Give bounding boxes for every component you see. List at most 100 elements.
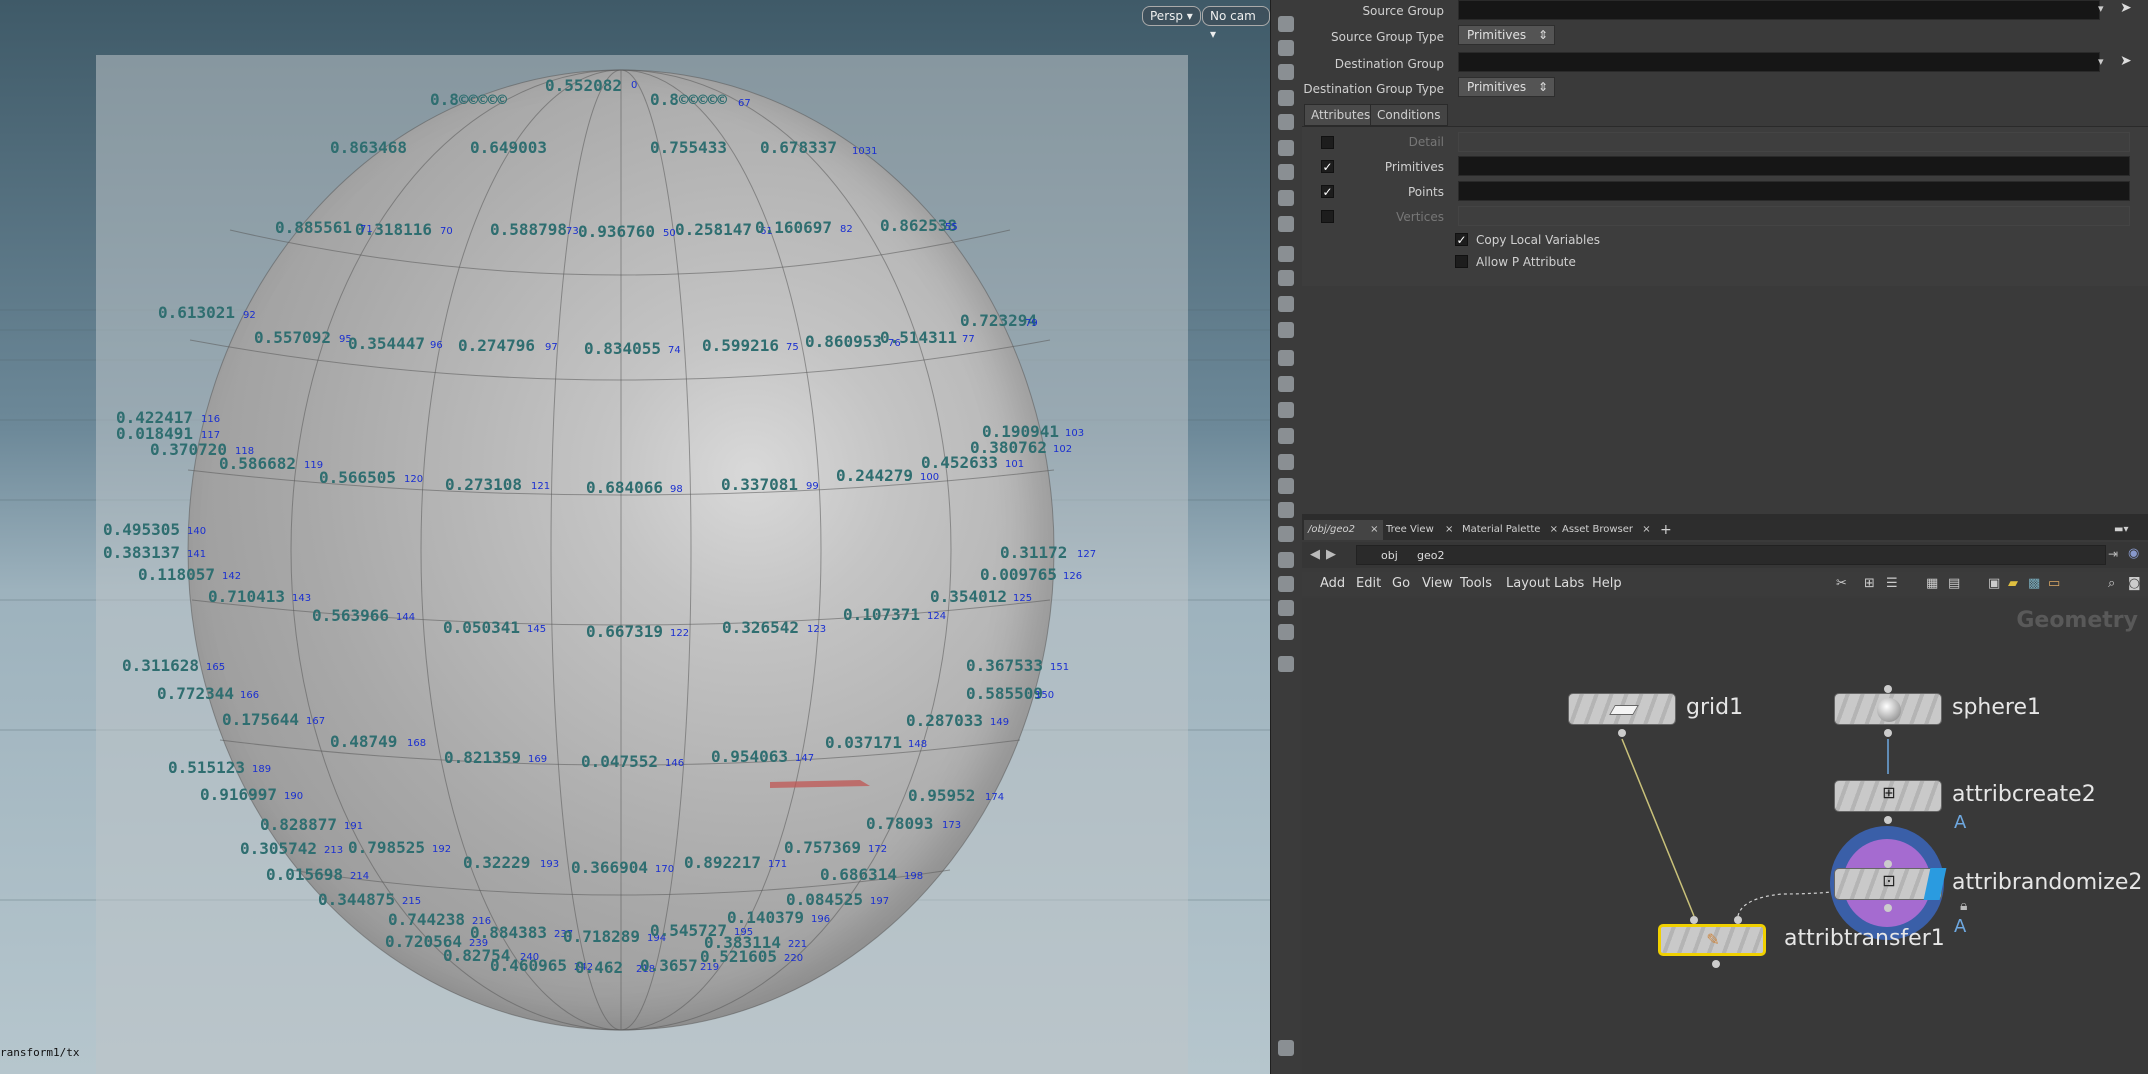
tree-icon[interactable]: ⊞ [1864,576,1875,591]
sphere1-output-connector[interactable] [1884,729,1892,737]
camera-menu[interactable]: No cam ▾ [1202,6,1270,41]
render-icon[interactable] [1278,216,1294,232]
grid1-output-connector[interactable] [1618,729,1626,737]
menu-add[interactable]: Add [1320,576,1345,591]
dest-group-field[interactable] [1458,52,2100,72]
view-tool-icon[interactable] [1278,16,1294,32]
path-obj[interactable]: obj [1381,549,1398,562]
allow-p-checkbox[interactable] [1455,255,1468,268]
number-icon[interactable] [1278,350,1294,366]
attribrandomize2-output-connector[interactable] [1884,904,1892,912]
point-display-icon[interactable] [1278,296,1294,312]
lock-icon[interactable] [1278,64,1294,80]
menu-labs[interactable]: Labs [1554,576,1584,591]
menu-help[interactable]: Help [1592,576,1622,591]
pin-icon[interactable]: ⇥ [2108,547,2118,561]
network-icon[interactable]: ▣ [1988,576,2000,591]
point-number-label: 146 [665,758,685,769]
add-tab-icon[interactable]: + [1656,520,1676,540]
grid-icon[interactable] [1278,552,1294,568]
point-number-label: 1031 [852,146,878,157]
info-icon[interactable] [1278,1040,1294,1056]
group-icon[interactable] [1278,270,1294,286]
tab-tree-view[interactable]: Tree View × [1382,520,1457,540]
source-group-type-menu[interactable]: Primitives ⇕ [1458,25,1555,45]
shading-icon[interactable] [1278,114,1294,130]
light-icon[interactable] [1278,164,1294,180]
source-group-field[interactable] [1458,0,2100,20]
forward-icon[interactable]: ▶ [1326,547,1336,562]
ghost-icon[interactable] [1278,478,1294,494]
source-group-select-icon[interactable]: ➤ [2120,0,2132,16]
headlight-icon[interactable] [1278,190,1294,206]
box-icon[interactable]: ▭ [2048,576,2060,591]
close-icon[interactable]: × [1370,524,1378,535]
tab-obj-geo2[interactable]: /obj/geo2 × [1304,520,1383,540]
zoom-icon[interactable]: ⌕ [2108,576,2115,591]
image-icon[interactable]: ▩ [2028,576,2040,591]
template-icon[interactable] [1278,502,1294,518]
column-icon[interactable]: ▤ [1948,576,1960,591]
path-field[interactable]: obj geo2 [1356,545,2106,565]
point-number-label: 189 [252,764,272,775]
camera-view-icon[interactable] [1278,624,1294,640]
visibility-icon[interactable] [1278,600,1294,616]
normal-icon[interactable] [1278,322,1294,338]
grid1-node[interactable] [1568,693,1676,725]
menu-view[interactable]: View [1422,576,1453,591]
perspective-menu[interactable]: Persp ▾ [1142,6,1201,26]
attribcreate2-output-connector[interactable] [1884,816,1892,824]
vertices-label: Vertices [1396,210,1444,224]
attribtransfer1-input1-connector[interactable] [1690,916,1698,924]
link-icon[interactable]: ◉ [2128,546,2139,561]
grid-view-icon[interactable]: ▦ [1926,576,1938,591]
backface-icon[interactable] [1278,454,1294,470]
attribtransfer1-input2-connector[interactable] [1734,916,1742,924]
display-icon[interactable] [1278,140,1294,156]
attribcreate2-node[interactable]: ⊞ [1834,780,1942,812]
snap-icon[interactable] [1278,40,1294,56]
point-number-label: 71 [360,224,373,235]
path-geo[interactable]: geo2 [1417,549,1444,562]
camera-icon[interactable] [1278,90,1294,106]
scene-viewport[interactable]: 0.552082 0 0.8©©©©© 0.649003 0.588798 73 0.613… [0,0,1270,1074]
list-icon[interactable]: ☰ [1886,576,1898,591]
menu-tools[interactable]: Tools [1460,576,1492,591]
handle-icon[interactable] [1278,246,1294,262]
wrench-icon[interactable]: ✂ [1836,576,1847,591]
uv-icon[interactable] [1278,402,1294,418]
attribrandomize2-input-connector[interactable] [1884,860,1892,868]
tab-asset-browser[interactable]: Asset Browser × [1558,520,1655,540]
close-icon[interactable]: × [1445,524,1453,535]
menu-edit[interactable]: Edit [1356,576,1381,591]
close-icon[interactable]: × [1642,524,1650,535]
sphere1-input-connector[interactable] [1884,685,1892,693]
dest-group-dropdown-icon[interactable]: ▾ [2098,55,2104,68]
dest-group-select-icon[interactable]: ➤ [2120,53,2132,69]
dest-group-type-menu[interactable]: Primitives ⇕ [1458,77,1555,97]
sticky-note-icon[interactable]: ▰ [2008,576,2018,591]
menu-go[interactable]: Go [1392,576,1410,591]
sphere1-node[interactable] [1834,693,1942,725]
guide-icon[interactable] [1278,526,1294,542]
attribtransfer1-output-connector[interactable] [1712,960,1720,968]
pin-icon[interactable] [1278,656,1294,672]
network-editor[interactable]: Geometry grid1 sphere1 ⊞ attribcreate2 A… [1302,598,2148,1074]
back-icon[interactable]: ◀ [1310,547,1320,562]
tab-conditions[interactable]: Conditions [1370,104,1448,126]
pane-menu-icon[interactable]: ▬▾ [2110,520,2132,540]
menu-layout[interactable]: Layout [1506,576,1550,591]
copy-local-checkbox[interactable]: ✓ [1455,233,1468,246]
attribtransfer1-node[interactable]: ✎ [1658,924,1766,956]
snapshot-icon[interactable]: ◙ [2128,576,2141,591]
tab-material-palette[interactable]: Material Palette × [1458,520,1562,540]
points-field[interactable] [1458,181,2130,201]
primitives-field[interactable] [1458,156,2130,176]
tab-attributes[interactable]: Attributes [1304,104,1378,126]
attribrandomize2-node[interactable]: ⊡ [1834,868,1947,900]
wire-icon[interactable] [1278,428,1294,444]
link-icon[interactable] [1278,576,1294,592]
primitive-icon[interactable] [1278,376,1294,392]
close-icon[interactable]: × [1550,524,1558,535]
source-group-dropdown-icon[interactable]: ▾ [2098,2,2104,15]
